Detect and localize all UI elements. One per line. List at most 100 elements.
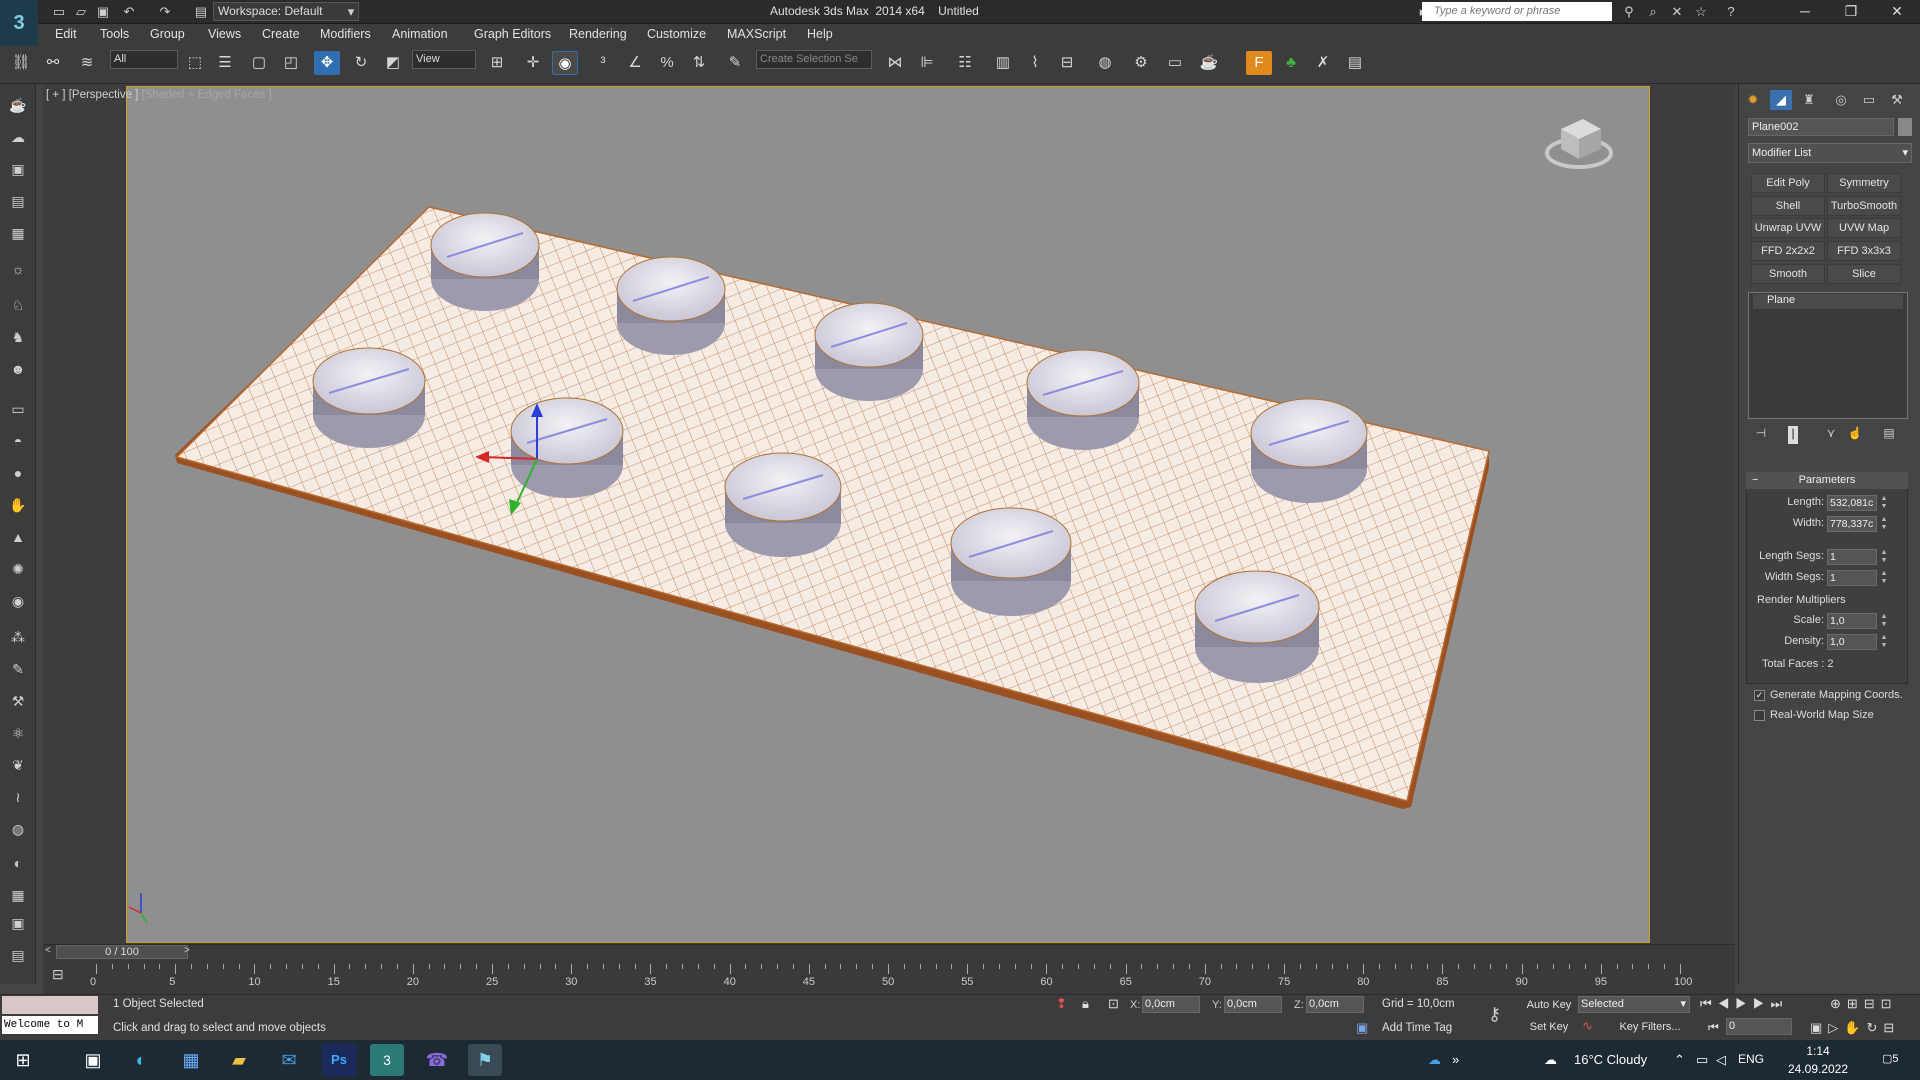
light-icon[interactable]: ☼ — [7, 258, 29, 280]
material-sphere-icon[interactable]: ◐ — [7, 852, 29, 874]
open-file-icon[interactable]: ▱ — [72, 3, 90, 21]
auto-key-button[interactable]: Auto Key — [1524, 996, 1574, 1014]
layer-manager-icon[interactable]: ☷ — [952, 51, 978, 75]
pivot-center-icon[interactable]: ⊞ — [484, 51, 510, 75]
close-button[interactable]: ✕ — [1874, 0, 1920, 24]
time-slider-track[interactable] — [43, 944, 1735, 960]
network-icon[interactable]: ▭ — [1696, 1052, 1708, 1068]
keyboard-shortcut-toggle-icon[interactable]: ◉ — [552, 51, 578, 75]
bone-icon[interactable]: ⚒ — [7, 690, 29, 712]
calendar-icon[interactable]: ▤ — [7, 944, 29, 966]
edge-browser-icon[interactable]: ◐ — [124, 1044, 158, 1076]
material-editor-icon[interactable]: ◍ — [1092, 51, 1118, 75]
spinner-snap-icon[interactable]: ⇅ — [686, 51, 712, 75]
wrench-tools-icon[interactable]: ✗ — [1310, 51, 1336, 75]
show-end-result-icon[interactable]: | — [1788, 426, 1798, 444]
forest-plugin-icon[interactable]: ♣ — [1278, 51, 1304, 75]
rotate-tool-icon[interactable]: ↻ — [348, 51, 374, 75]
slice-button[interactable]: Slice — [1827, 264, 1901, 284]
uvw-map-button[interactable]: UVW Map — [1827, 218, 1901, 238]
key-mode-dropdown[interactable]: Selected ▾ — [1578, 996, 1690, 1013]
length-segs-field[interactable]: 1 — [1827, 549, 1877, 565]
select-manipulate-icon[interactable]: ✛ — [520, 51, 546, 75]
ref-coord-dropdown[interactable]: View — [412, 50, 476, 69]
workspace-dropdown[interactable]: Workspace: Default — [213, 2, 359, 21]
menu-create[interactable]: Create — [262, 27, 300, 41]
render-teapot-icon[interactable]: ☕ — [1196, 51, 1222, 75]
tray-overflow-icon[interactable]: » — [1452, 1052, 1459, 1067]
stack-item-plane[interactable]: Plane — [1753, 294, 1903, 309]
selection-filter-dropdown[interactable]: All — [110, 50, 178, 69]
menu-graph-editors[interactable]: Graph Editors — [474, 27, 551, 41]
modifier-stack[interactable] — [1748, 292, 1908, 419]
walker-icon[interactable]: ♘ — [7, 294, 29, 316]
chevron-down-icon[interactable]: ▾ — [342, 3, 360, 21]
key-mode-toggle-icon[interactable]: ⏮ — [1708, 1020, 1719, 1035]
search-input[interactable]: Type a keyword or phrase — [1422, 2, 1612, 21]
mail-icon[interactable]: ✉ — [272, 1044, 306, 1076]
clock-time[interactable]: 1:14 — [1788, 1044, 1848, 1058]
density-field[interactable]: 1,0 — [1827, 634, 1877, 650]
modifier-list-dropdown[interactable]: Modifier List ▾ — [1748, 143, 1912, 163]
select-object-icon[interactable]: ⬚ — [182, 51, 208, 75]
key-filters-button[interactable]: Key Filters... — [1608, 1018, 1692, 1036]
plant-icon[interactable]: ❦ — [7, 754, 29, 776]
sphere-icon[interactable]: ● — [7, 462, 29, 484]
document-icon[interactable]: ▤ — [7, 190, 29, 212]
length-field[interactable]: 532,081c — [1827, 495, 1877, 511]
binoculars-icon[interactable]: ⚲ — [1620, 3, 1638, 21]
ffd-3x3x3-button[interactable]: FFD 3x3x3 — [1827, 241, 1901, 261]
scale-field[interactable]: 1,0 — [1827, 613, 1877, 629]
paint-icon[interactable]: ✎ — [7, 658, 29, 680]
nav-controls-top[interactable]: ⊕⊞⊟⊡ — [1830, 996, 1898, 1012]
menu-tools[interactable]: Tools — [100, 27, 129, 41]
maximize-button[interactable]: ❐ — [1828, 0, 1874, 24]
make-unique-icon[interactable]: ⋎ — [1822, 426, 1840, 444]
length-spinner[interactable]: ▲ ▼ — [1880, 495, 1888, 511]
language-indicator[interactable]: ENG — [1738, 1052, 1764, 1066]
select-by-name-icon[interactable]: ☰ — [212, 51, 238, 75]
favorite-star-icon[interactable]: ☆ — [1692, 3, 1710, 21]
pin-stack-icon[interactable]: ⊣ — [1752, 426, 1770, 444]
align-icon[interactable]: ⊫ — [914, 51, 940, 75]
file-explorer-icon[interactable]: ▰ — [222, 1044, 256, 1076]
cloud-icon[interactable]: ☁ — [7, 126, 29, 148]
object-color-swatch[interactable] — [1898, 118, 1912, 136]
search-icon[interactable]: ⌕ — [1644, 3, 1662, 21]
menu-views[interactable]: Views — [208, 27, 241, 41]
tools-icon[interactable]: ✕ — [1668, 3, 1686, 21]
lock-selection-icon[interactable]: 🔒︎ — [1082, 996, 1089, 1012]
move-tool-icon[interactable]: ✥ — [314, 51, 340, 75]
people-icon[interactable]: ☻ — [7, 358, 29, 380]
sun-icon[interactable]: ✺ — [7, 558, 29, 580]
3dsmax-active-icon[interactable]: ⚑ — [468, 1044, 502, 1076]
menu-edit[interactable]: Edit — [55, 27, 77, 41]
scale-spinner[interactable]: ▲ ▼ — [1880, 613, 1888, 629]
weather-text[interactable]: 16°C Cloudy — [1574, 1052, 1647, 1067]
y-coord-field[interactable]: 0,0cm — [1224, 996, 1282, 1013]
save-icon[interactable]: ▣ — [94, 3, 112, 21]
schematic-view-icon[interactable]: ⊟ — [1054, 51, 1080, 75]
viber-icon[interactable]: ☎ — [420, 1044, 454, 1076]
notifications-icon[interactable]: ▢5 — [1882, 1052, 1899, 1065]
atom-icon[interactable]: ⚛ — [7, 722, 29, 744]
render-setup-icon[interactable]: ⚙ — [1128, 51, 1154, 75]
width-field[interactable]: 778,337c — [1827, 516, 1877, 532]
time-slider-thumb[interactable]: 0 / 100 — [56, 945, 188, 959]
width-segs-field[interactable]: 1 — [1827, 570, 1877, 586]
chevron-up-icon[interactable]: ⌃ — [1674, 1052, 1685, 1068]
box-primitive-icon[interactable]: ▭ — [7, 398, 29, 420]
grid-icon[interactable]: ▦ — [7, 222, 29, 244]
bind-space-warp-icon[interactable]: ≋ — [74, 51, 100, 75]
viewport-label[interactable]: [ + ] [Perspective ] [Shaded + Edged Fac… — [46, 89, 272, 101]
length-segs-spinner[interactable]: ▲ ▼ — [1880, 549, 1888, 565]
project-folder-icon[interactable]: ▤ — [192, 3, 210, 21]
image-icon[interactable]: ▣ — [7, 158, 29, 180]
menu-group[interactable]: Group — [150, 27, 185, 41]
cone-icon[interactable]: ▲ — [7, 526, 29, 548]
object-name-field[interactable]: Plane002 — [1748, 118, 1894, 136]
time-tag-icon[interactable]: ▣ — [1356, 1020, 1368, 1036]
teapot-create-icon[interactable]: ☕ — [7, 94, 29, 116]
turbosmooth-button[interactable]: TurboSmooth — [1827, 196, 1901, 216]
curve-editor-icon[interactable]: ⌇ — [1022, 51, 1048, 75]
